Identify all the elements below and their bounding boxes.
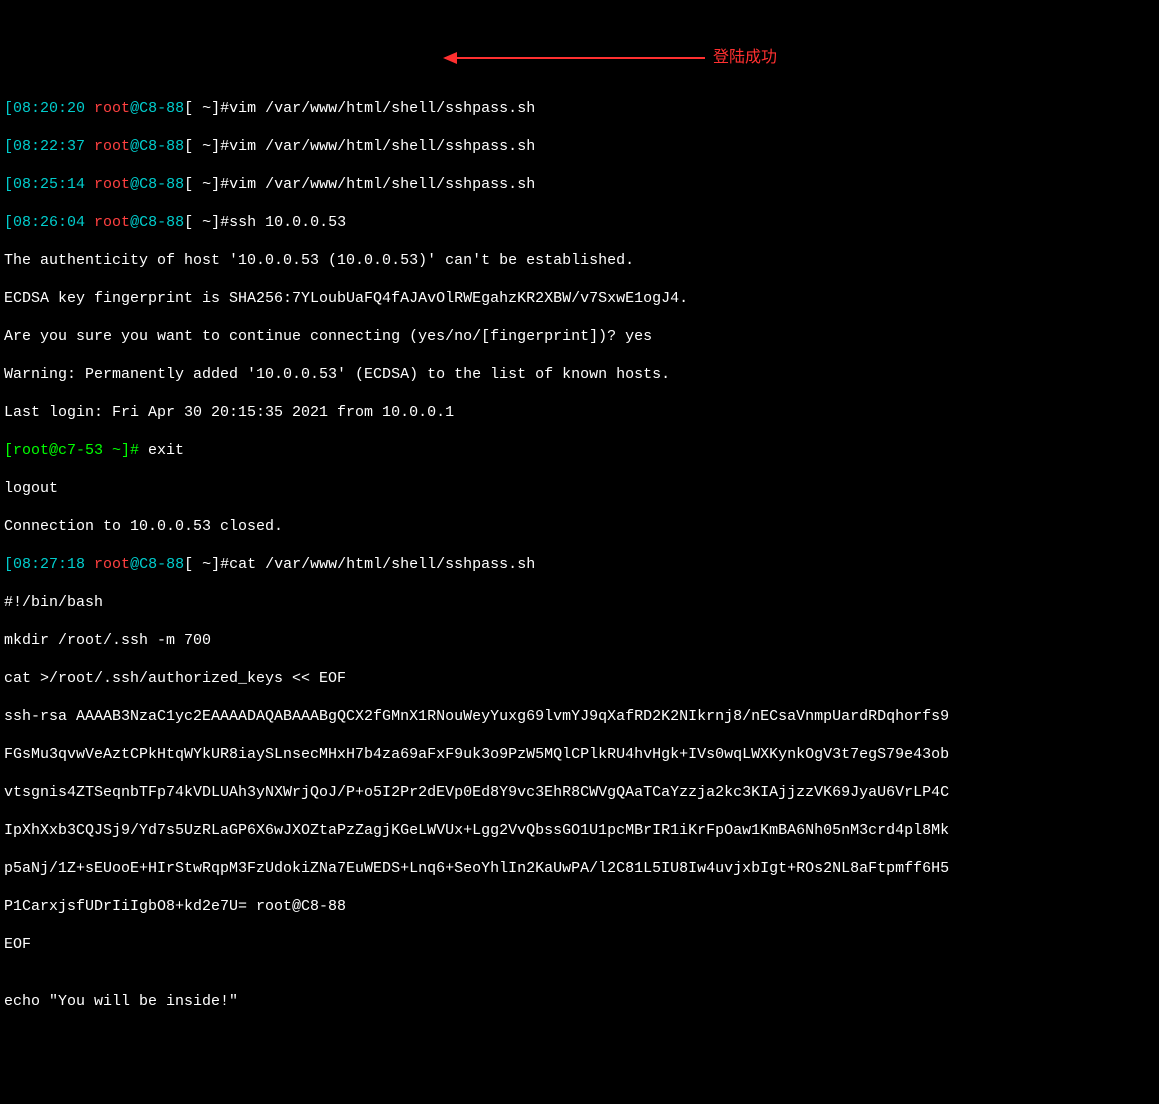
ssh-fingerprint: ECDSA key fingerprint is SHA256:7YLoubUa… bbox=[4, 289, 1155, 308]
connection-closed: Connection to 10.0.0.53 closed. bbox=[4, 517, 1155, 536]
annotation-label: 登陆成功 bbox=[705, 48, 777, 67]
ssh-key-line-1: FGsMu3qvwVeAztCPkHtqWYkUR8iaySLnsecMHxH7… bbox=[4, 745, 1155, 764]
script-cat-header: cat >/root/.ssh/authorized_keys << EOF bbox=[4, 669, 1155, 688]
cat-cmd: cat /var/www/html/shell/sshpass.sh bbox=[229, 556, 535, 573]
script-eof: EOF bbox=[4, 935, 1155, 954]
remote-prompt: [root@c7-53 ~]# bbox=[4, 442, 139, 459]
ssh-auth-line: The authenticity of host '10.0.0.53 (10.… bbox=[4, 251, 1155, 270]
host-1: C8-88 bbox=[139, 100, 184, 117]
ssh-cmd: ssh 10.0.0.53 bbox=[229, 214, 346, 231]
success-annotation: 登陆成功 bbox=[445, 48, 777, 67]
logout-line: logout bbox=[4, 479, 1155, 498]
ssh-warning: Warning: Permanently added '10.0.0.53' (… bbox=[4, 365, 1155, 384]
prompt-line-3: [08:25:14 root@C8-88[ ~]#vim /var/www/ht… bbox=[4, 175, 1155, 194]
arrow-icon bbox=[445, 57, 705, 59]
user-1: root bbox=[94, 100, 130, 117]
ssh-key-line-3: IpXhXxb3CQJSj9/Yd7s5UzRLaGP6X6wJXOZtaPzZ… bbox=[4, 821, 1155, 840]
cat-prompt-line: [08:27:18 root@C8-88[ ~]#cat /var/www/ht… bbox=[4, 555, 1155, 574]
time-bracket-open: [ bbox=[4, 100, 13, 117]
remote-cmd: exit bbox=[139, 442, 184, 459]
prompt-line-1: [08:20:20 root@C8-88[ ~]#vim /var/www/ht… bbox=[4, 99, 1155, 118]
ssh-key-line-2: vtsgnis4ZTSeqnbTFp74kVDLUAh3yNXWrjQoJ/P+… bbox=[4, 783, 1155, 802]
ssh-key-line-0: ssh-rsa AAAAB3NzaC1yc2EAAAADAQABAAABgQCX… bbox=[4, 707, 1155, 726]
ssh-key-line-4: p5aNj/1Z+sEUooE+HIrStwRqpM3FzUdokiZNa7Eu… bbox=[4, 859, 1155, 878]
cmd-1: vim /var/www/html/shell/sshpass.sh bbox=[229, 100, 535, 117]
prompt-line-4: [08:26:04 root@C8-88[ ~]#ssh 10.0.0.53 bbox=[4, 213, 1155, 232]
script-mkdir: mkdir /root/.ssh -m 700 bbox=[4, 631, 1155, 650]
terminal[interactable]: [08:20:20 root@C8-88[ ~]#vim /var/www/ht… bbox=[4, 80, 1155, 1030]
prompt-line-2: [08:22:37 root@C8-88[ ~]#vim /var/www/ht… bbox=[4, 137, 1155, 156]
ssh-confirm: Are you sure you want to continue connec… bbox=[4, 327, 1155, 346]
script-shebang: #!/bin/bash bbox=[4, 593, 1155, 612]
remote-prompt-line: [root@c7-53 ~]# exit bbox=[4, 441, 1155, 460]
ssh-key-line-5: P1CarxjsfUDrIiIgbO8+kd2e7U= root@C8-88 bbox=[4, 897, 1155, 916]
ssh-last-login: Last login: Fri Apr 30 20:15:35 2021 fro… bbox=[4, 403, 1155, 422]
time-1: 08:20:20 bbox=[13, 100, 85, 117]
script-echo: echo "You will be inside!" bbox=[4, 992, 1155, 1011]
